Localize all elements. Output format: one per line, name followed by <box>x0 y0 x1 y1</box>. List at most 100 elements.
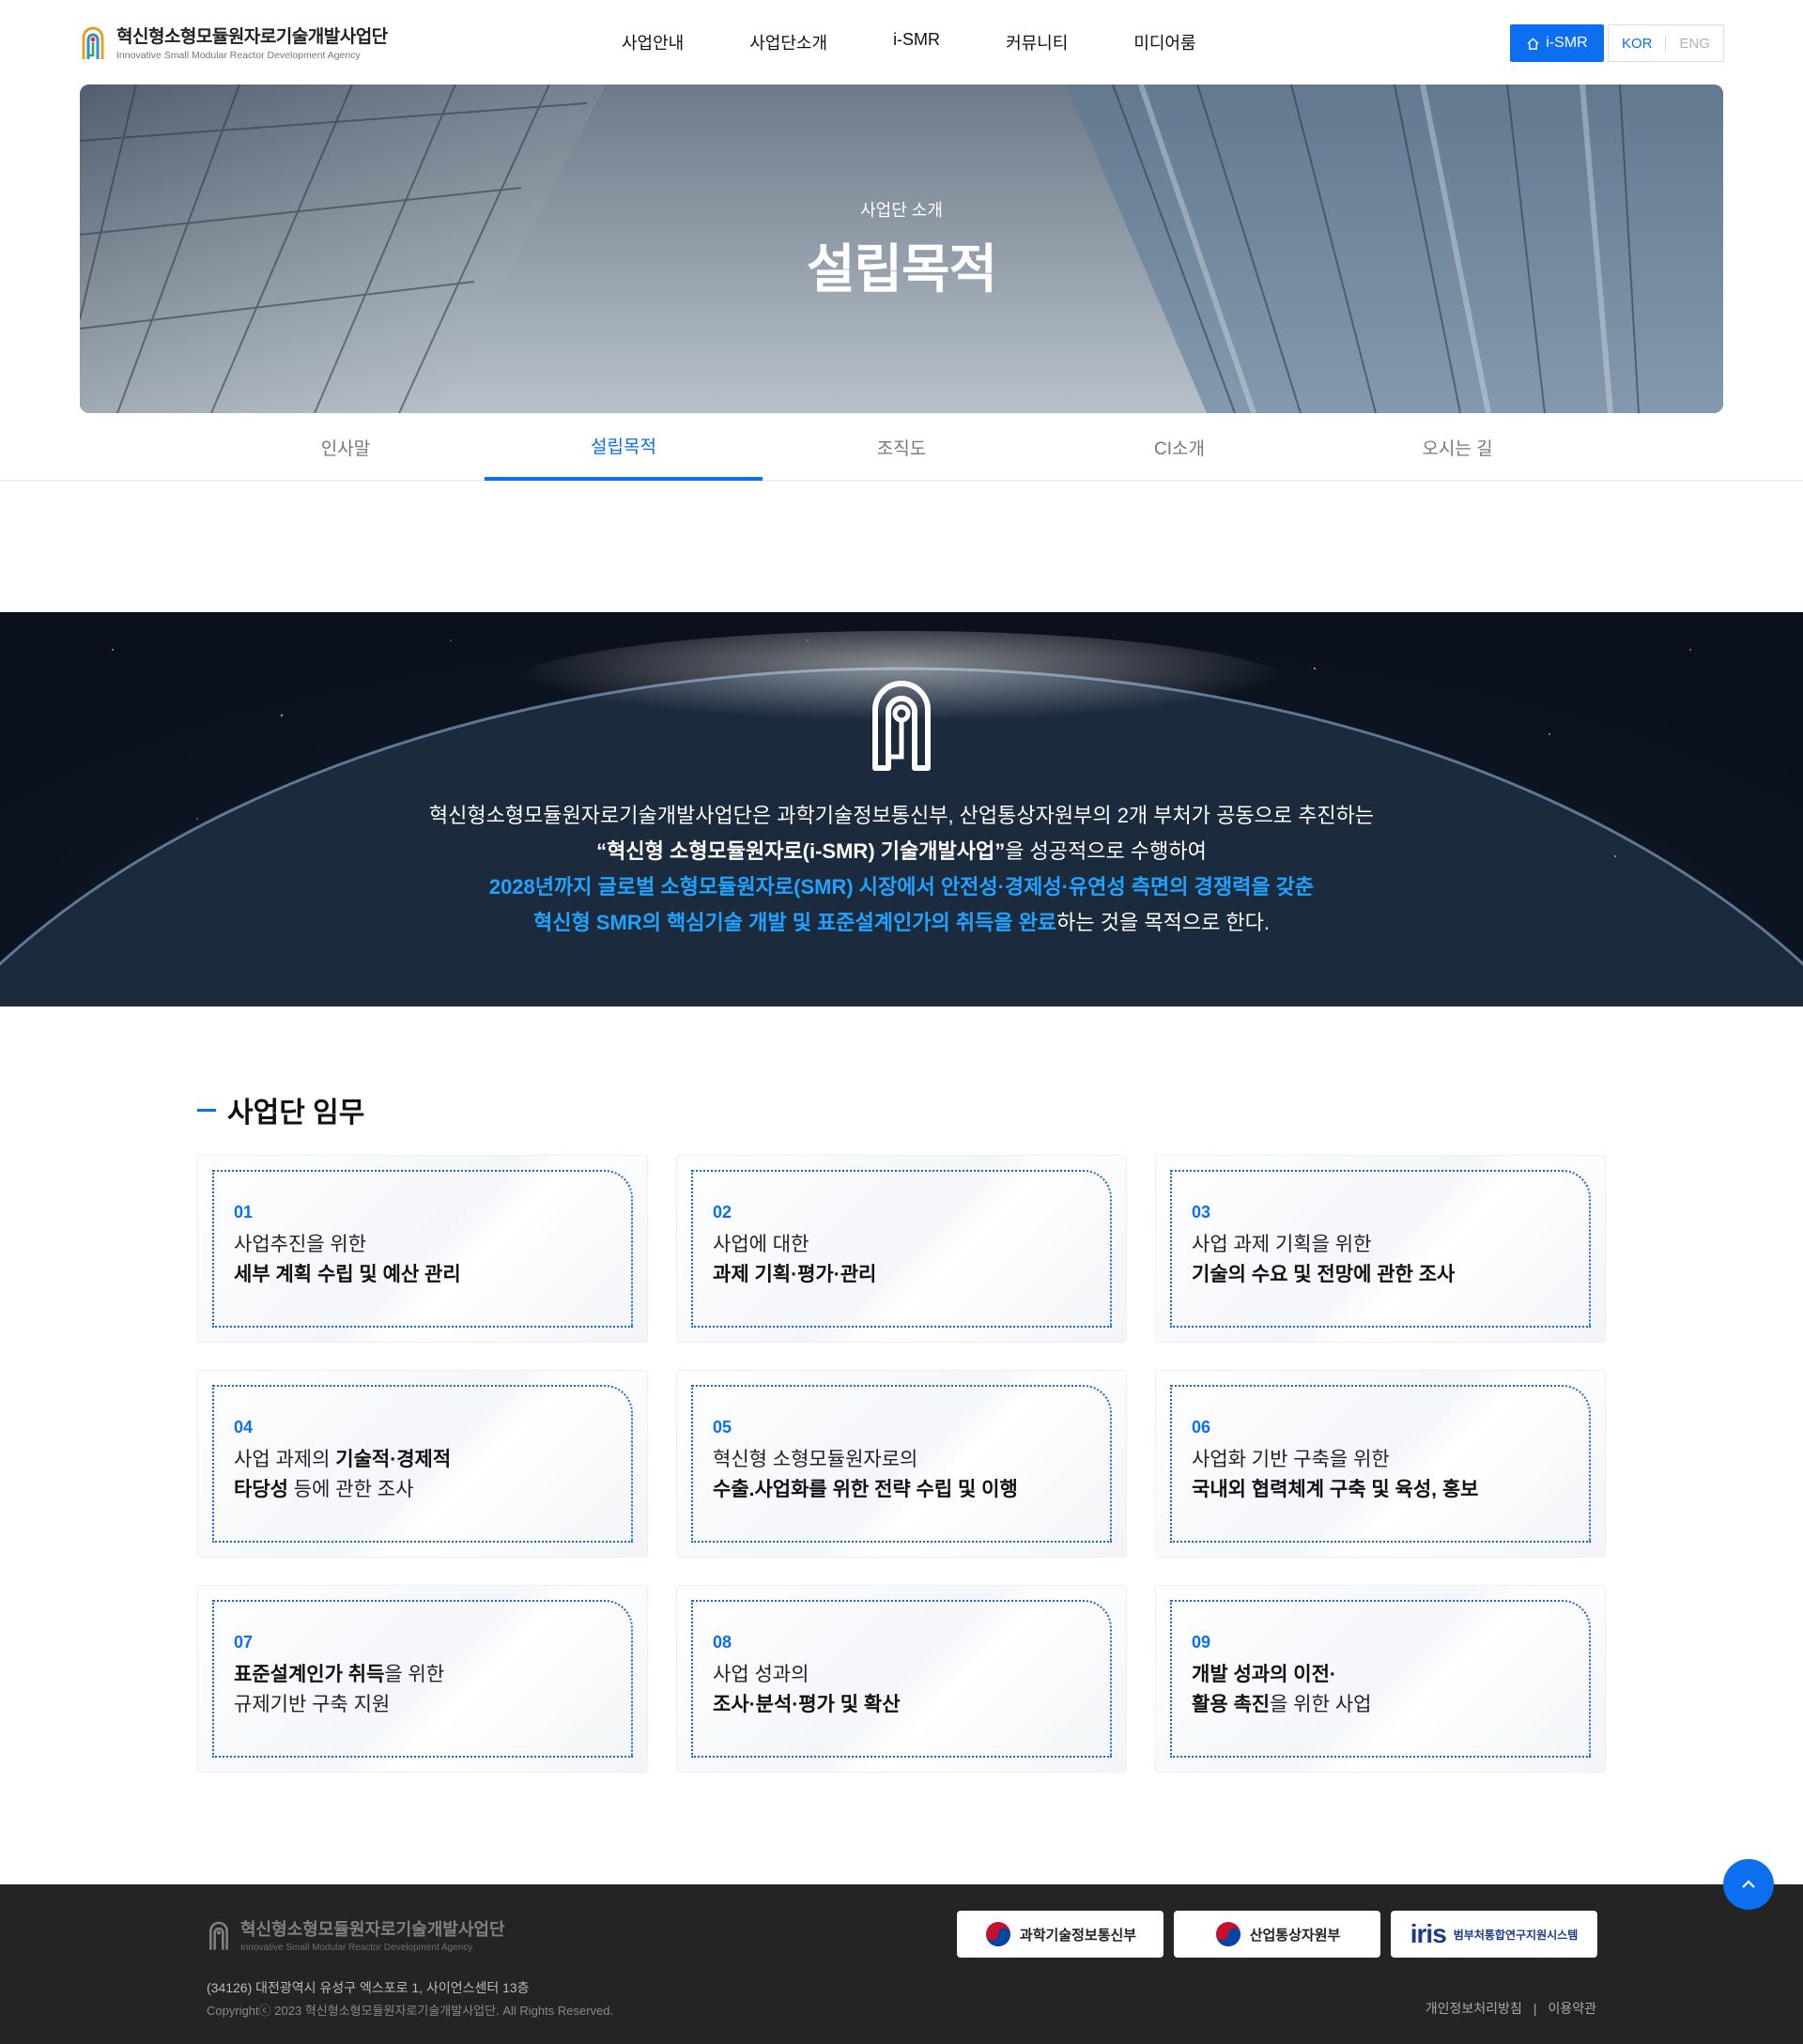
duty-line-2: 수출.사업화를 위한 전략 수립 및 이행 <box>713 1479 1018 1500</box>
duty-number: 02 <box>713 1203 732 1222</box>
duty-number: 07 <box>234 1633 254 1652</box>
duty-line-2: 과제 기획·평가·관리 <box>713 1264 877 1285</box>
duty-card: 09 개발 성과의 이전· 활용 촉진을 위한 사업 <box>1155 1585 1606 1773</box>
duty-line-2: 세부 계획 수립 및 예산 관리 <box>234 1264 461 1285</box>
footer-emblem-icon <box>209 1921 228 1950</box>
duty-line-1: 사업화 기반 구축을 위한 <box>1192 1449 1390 1470</box>
duty-line-2: 국내외 협력체계 구축 및 육성, 홍보 <box>1192 1479 1479 1500</box>
scroll-top-button[interactable] <box>1723 1859 1774 1910</box>
duties-title: 사업단 임무 <box>227 1098 365 1129</box>
mission-goal: 혁신형 SMR의 핵심기술 개발 및 표준설계인가의 취득을 완료 <box>532 911 1057 934</box>
heading-dash <box>197 1108 216 1112</box>
footer-links: 개인정보처리방침 | 이용약관 <box>1425 1999 1596 2018</box>
mission-line-4-rest: 하는 것을 목적으로 한다. <box>1056 911 1271 934</box>
tab-purpose[interactable]: 설립목적 <box>485 413 763 481</box>
tab-greeting[interactable]: 인사말 <box>207 413 485 481</box>
duty-line-1: 사업 과제의 <box>234 1449 336 1470</box>
duty-line-2-bold: 활용 촉진 <box>1192 1694 1271 1715</box>
duty-number: 03 <box>1192 1203 1211 1222</box>
duty-line-2-bold: 타당성 <box>234 1479 288 1500</box>
partner-msit-label: 과학기술정보통신부 <box>1019 1927 1137 1944</box>
mission-line-3: 2028년까지 글로벌 소형모듈원자로(SMR) 시장에서 안전성·경제성·유연… <box>488 875 1315 899</box>
footer-link-separator: | <box>1533 2001 1537 2016</box>
lang-kor[interactable]: KOR <box>1609 36 1666 52</box>
duty-line-2: 을 위한 사업 <box>1270 1694 1372 1715</box>
nav-business-guide[interactable]: 사업안내 <box>622 30 684 54</box>
chevron-up-icon <box>1742 1880 1755 1888</box>
duty-card: 05 혁신형 소형모듈원자로의 수출.사업화를 위한 전략 수립 및 이행 <box>676 1370 1127 1558</box>
duty-line-1: 사업추진을 위한 <box>234 1234 367 1255</box>
taegeuk-icon <box>1215 1922 1241 1946</box>
sub-tabs: 인사말 설립목적 조직도 CI소개 오시는 길 <box>0 413 1803 481</box>
terms-link[interactable]: 이용약관 <box>1548 2001 1596 2016</box>
duty-line-1-bold: 표준설계인가 취득 <box>234 1664 385 1685</box>
nav-ismr[interactable]: i-SMR <box>893 30 940 54</box>
duty-card: 08 사업 성과의 조사·분석·평가 및 확산 <box>676 1585 1127 1773</box>
tab-directions[interactable]: 오시는 길 <box>1318 413 1596 481</box>
partner-motie-link[interactable]: 산업통상자원부 <box>1174 1911 1380 1958</box>
mission-statement: 혁신형소형모듈원자로기술개발사업단은 과학기술정보통신부, 산업통상자원부의 2… <box>0 798 1803 941</box>
footer-logo: 혁신형소형모듈원자로기술개발사업단 Innovative Small Modul… <box>207 1916 505 1953</box>
site-header: 혁신형소형모듈원자로기술개발사업단 Innovative Small Modul… <box>0 0 1803 85</box>
mission-line-2-rest: 을 성공적으로 수행하여 <box>1005 839 1207 863</box>
duty-card: 04 사업 과제의 기술적·경제적 타당성 등에 관한 조사 <box>197 1370 648 1558</box>
footer-logo-subtitle: Innovative Small Modular Reactor Develop… <box>240 1943 473 1953</box>
ismr-home-button[interactable]: i-SMR <box>1509 24 1604 62</box>
privacy-policy-link[interactable]: 개인정보처리방침 <box>1425 2001 1522 2016</box>
home-icon <box>1527 37 1539 50</box>
language-switch: KOR ENG <box>1607 24 1724 62</box>
duty-card: 01 사업추진을 위한 세부 계획 수립 및 예산 관리 <box>197 1155 648 1343</box>
iris-logo: iris <box>1410 1919 1447 1948</box>
partner-msit-link[interactable]: 과학기술정보통신부 <box>957 1911 1163 1958</box>
duty-line-1: 사업에 대한 <box>713 1234 809 1255</box>
duty-number: 04 <box>234 1418 254 1437</box>
duty-number: 09 <box>1192 1633 1211 1652</box>
duties-heading: 사업단 임무 <box>197 1089 364 1130</box>
hero-title: 설립목적 <box>806 239 997 299</box>
logo-title: 혁신형소형모듈원자로기술개발사업단 <box>116 27 388 47</box>
duty-number: 05 <box>713 1418 732 1437</box>
duty-card: 07 표준설계인가 취득을 위한 규제기반 구축 지원 <box>197 1585 648 1773</box>
duty-card: 06 사업화 기반 구축을 위한 국내외 협력체계 구축 및 육성, 홍보 <box>1155 1370 1606 1558</box>
hero-banner: 사업단 소개 설립목적 <box>80 85 1723 413</box>
duty-line-2: 규제기반 구축 지원 <box>234 1694 391 1715</box>
partner-iris-label: 범부처통합연구지원시스템 <box>1453 1928 1579 1942</box>
duty-line-1: 사업 성과의 <box>713 1664 809 1685</box>
partner-motie-label: 산업통상자원부 <box>1249 1927 1341 1944</box>
main-nav: 사업안내 사업단소개 i-SMR 커뮤니티 미디어룸 <box>622 30 1262 54</box>
duty-card: 02 사업에 대한 과제 기획·평가·관리 <box>676 1155 1127 1343</box>
footer-logo-title: 혁신형소형모듈원자로기술개발사업단 <box>240 1920 505 1939</box>
duty-number: 01 <box>234 1203 254 1222</box>
hero-subtitle: 사업단 소개 <box>860 201 943 220</box>
duty-line-1-bold: 기술적·경제적 <box>335 1449 452 1470</box>
duty-number: 08 <box>713 1633 732 1652</box>
duty-card: 03 사업 과제 기획을 위한 기술의 수요 및 전망에 관한 조사 <box>1155 1155 1606 1343</box>
lang-eng[interactable]: ENG <box>1665 35 1723 52</box>
nav-agency-intro[interactable]: 사업단소개 <box>749 30 827 54</box>
tab-ci[interactable]: CI소개 <box>1040 413 1318 481</box>
duty-line-2: 조사·분석·평가 및 확산 <box>713 1694 901 1715</box>
mission-project-name: “혁신형 소형모듈원자로(i-SMR) 기술개발사업” <box>596 839 1006 863</box>
ismr-button-label: i-SMR <box>1546 35 1588 51</box>
mission-line-2: “혁신형 소형모듈원자로(i-SMR) 기술개발사업”을 성공적으로 수행하여 <box>0 834 1803 869</box>
duty-line-1: 혁신형 소형모듈원자로의 <box>713 1449 918 1470</box>
duty-line-1: 을 위한 <box>384 1664 445 1685</box>
site-logo[interactable]: 혁신형소형모듈원자로기술개발사업단 Innovative Small Modul… <box>79 23 388 61</box>
footer-copyright: Copyrightⓒ 2023 혁신형소형모듈원자로기술개발사업단. All R… <box>207 2004 614 2018</box>
site-footer: 혁신형소형모듈원자로기술개발사업단 Innovative Small Modul… <box>0 1884 1803 2044</box>
mission-line-1: 혁신형소형모듈원자로기술개발사업단은 과학기술정보통신부, 산업통상자원부의 2… <box>428 804 1375 827</box>
taegeuk-icon <box>985 1922 1010 1946</box>
tab-organization[interactable]: 조직도 <box>763 413 1040 481</box>
nav-media-room[interactable]: 미디어룸 <box>1133 30 1195 54</box>
footer-address: (34126) 대전광역시 유성구 엑스포로 1, 사이언스센터 13층 <box>207 1980 530 1995</box>
duty-line-2: 기술의 수요 및 전망에 관한 조사 <box>1192 1264 1456 1285</box>
duty-number: 06 <box>1192 1418 1211 1437</box>
mission-line-4: 혁신형 SMR의 핵심기술 개발 및 표준설계인가의 취득을 완료하는 것을 목… <box>0 905 1803 941</box>
agency-emblem-icon <box>872 681 931 771</box>
duty-line-1-bold: 개발 성과의 이전· <box>1192 1664 1336 1685</box>
partner-iris-link[interactable]: iris 범부처통합연구지원시스템 <box>1391 1911 1597 1958</box>
duty-line-1: 사업 과제 기획을 위한 <box>1192 1234 1372 1255</box>
mission-section: 혁신형소형모듈원자로기술개발사업단은 과학기술정보통신부, 산업통상자원부의 2… <box>0 612 1803 1007</box>
nav-community[interactable]: 커뮤니티 <box>1006 30 1068 54</box>
logo-emblem-icon <box>82 26 104 59</box>
